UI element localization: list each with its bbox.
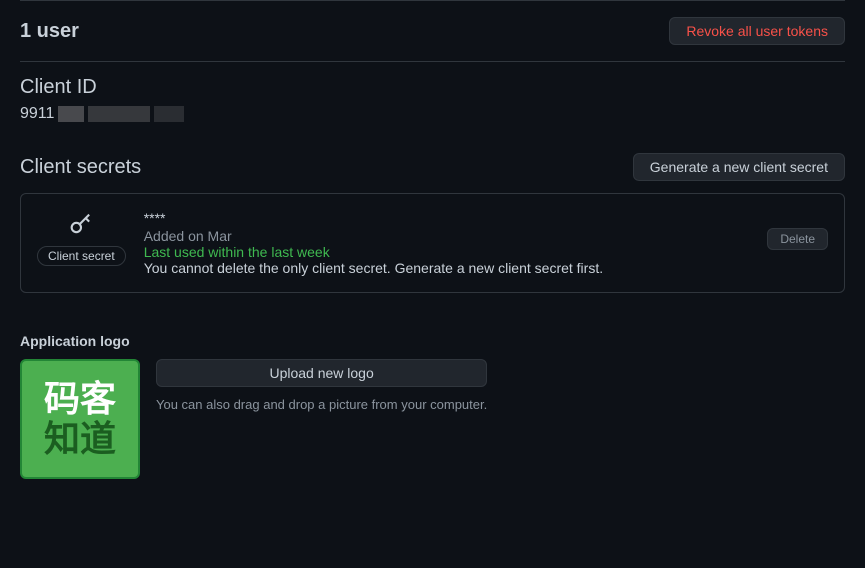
application-logo-label: Application logo — [20, 333, 845, 349]
client-secrets-header: Client secrets Generate a new client sec… — [20, 153, 845, 181]
user-count: 1 user — [20, 20, 79, 43]
redacted-segment — [154, 106, 184, 122]
secret-delete-warning: You cannot delete the only client secret… — [144, 260, 750, 276]
divider-users — [20, 61, 845, 62]
secret-delete-wrap: Delete — [767, 228, 828, 250]
redacted-segment — [88, 106, 150, 122]
client-id-value: 9911 — [20, 105, 845, 123]
secret-added-on: Added on Mar — [144, 228, 750, 244]
logo-preview[interactable]: 码客 知道 — [20, 359, 140, 479]
redacted-segment — [58, 106, 84, 122]
client-secret-pill: Client secret — [37, 246, 126, 266]
secret-masked-value: **** — [144, 210, 750, 226]
client-secret-card: Client secret **** Added on Mar Last use… — [20, 193, 845, 293]
logo-text-line-1: 码客 — [44, 379, 116, 419]
client-secrets-title: Client secrets — [20, 156, 141, 179]
drag-drop-hint: You can also drag and drop a picture fro… — [156, 397, 487, 412]
generate-client-secret-button[interactable]: Generate a new client secret — [633, 153, 845, 181]
secret-last-used: Last used within the last week — [144, 244, 750, 260]
key-icon — [67, 210, 95, 238]
logo-row: 码客 知道 Upload new logo You can also drag … — [20, 359, 845, 479]
users-row: 1 user Revoke all user tokens — [20, 1, 845, 61]
logo-text-line-2: 知道 — [44, 419, 116, 459]
logo-actions: Upload new logo You can also drag and dr… — [156, 359, 487, 412]
client-id-title: Client ID — [20, 76, 845, 99]
revoke-all-tokens-button[interactable]: Revoke all user tokens — [669, 17, 845, 45]
client-id-prefix: 9911 — [20, 105, 54, 123]
delete-secret-button[interactable]: Delete — [767, 228, 828, 250]
upload-logo-button[interactable]: Upload new logo — [156, 359, 487, 387]
secret-icon-column: Client secret — [37, 210, 126, 266]
secret-body: **** Added on Mar Last used within the l… — [144, 210, 750, 276]
